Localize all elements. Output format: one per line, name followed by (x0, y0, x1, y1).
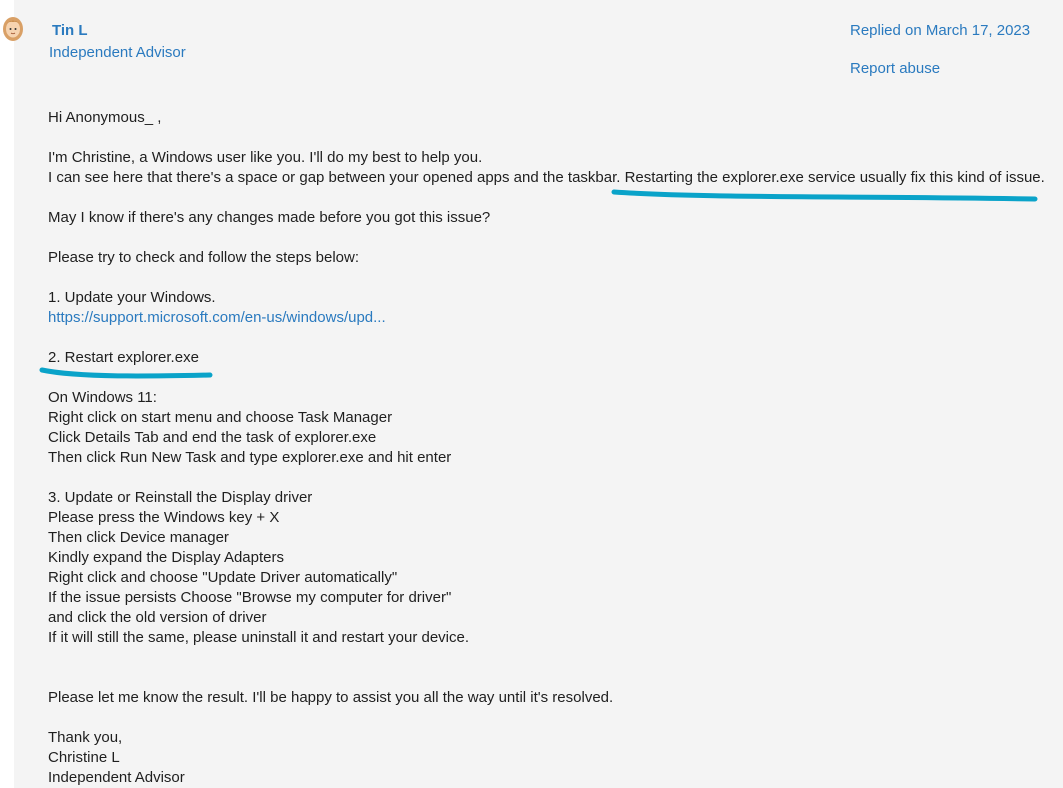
author-name-link[interactable]: Tin L (52, 22, 88, 39)
step-2-line: Right click on start menu and choose Tas… (48, 409, 393, 426)
step-3-line: and click the old version of driver (48, 609, 267, 626)
step-3-title: 3. Update or Reinstall the Display drive… (48, 489, 313, 506)
step-3-line: If the issue persists Choose "Browse my … (48, 589, 452, 606)
step-3-line: Please press the Windows key + X (48, 509, 280, 526)
author-role: Independent Advisor (49, 44, 186, 61)
reply-date: Replied on March 17, 2023 (850, 22, 1031, 39)
greeting: Hi Anonymous_ , (48, 109, 162, 126)
intro-line-1: I'm Christine, a Windows user like you. … (48, 149, 483, 166)
question: May I know if there's any changes made b… (48, 209, 491, 226)
step-1-title: 1. Update your Windows. (48, 289, 216, 306)
signoff-line: Christine L (48, 749, 120, 766)
closing-line: Please let me know the result. I'll be h… (48, 689, 614, 706)
step-2-line: On Windows 11: (48, 389, 157, 406)
step-3-line: If it will still the same, please uninst… (48, 629, 470, 646)
intro-line-2: I can see here that there's a space or g… (48, 169, 1045, 186)
windows-update-link[interactable]: https://support.microsoft.com/en-us/wind… (48, 309, 386, 326)
step-2-line: Click Details Tab and end the task of ex… (48, 429, 377, 446)
signoff-line: Independent Advisor (48, 769, 185, 786)
step-3-line: Then click Device manager (48, 529, 229, 546)
step-3-line: Kindly expand the Display Adapters (48, 549, 284, 566)
reply-body: Hi Anonymous_ , I'm Christine, a Windows… (48, 108, 1048, 788)
step-2-title: 2. Restart explorer.exe (48, 349, 199, 366)
signoff-line: Thank you, (48, 729, 123, 746)
step-2-line: Then click Run New Task and type explore… (48, 449, 452, 466)
user-avatar-icon[interactable] (2, 14, 24, 42)
report-abuse-link[interactable]: Report abuse (850, 60, 940, 77)
step-3-line: Right click and choose "Update Driver au… (48, 569, 398, 586)
steps-intro: Please try to check and follow the steps… (48, 249, 360, 266)
